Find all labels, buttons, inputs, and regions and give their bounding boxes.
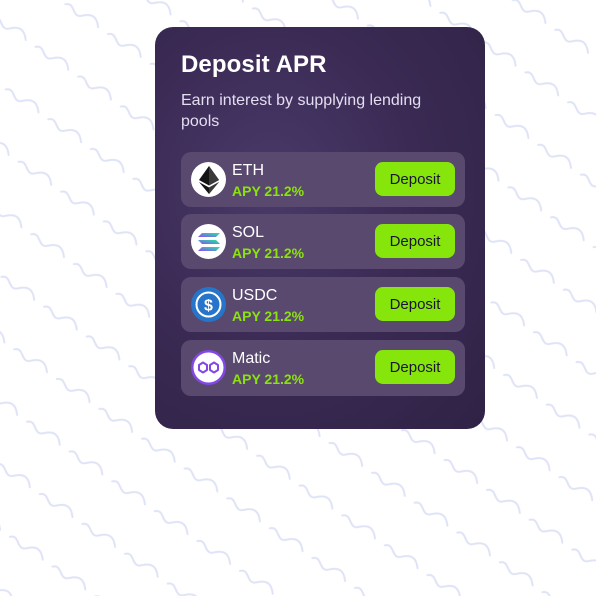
pool-name: ETH xyxy=(232,162,264,179)
deposit-button-sol[interactable]: Deposit xyxy=(375,224,455,258)
pool-apy: APY 21.2% xyxy=(232,308,305,324)
svg-text:$: $ xyxy=(204,298,213,315)
pool-row-eth: ETH APY 21.2% Deposit xyxy=(181,152,465,207)
pool-row-usdc: $ USDC APY 21.2% Deposit xyxy=(181,277,465,332)
pool-row-sol: SOL APY 21.2% Deposit xyxy=(181,214,465,269)
deposit-button-matic[interactable]: Deposit xyxy=(375,350,455,384)
pool-name: USDC xyxy=(232,287,278,304)
deposit-button-usdc[interactable]: Deposit xyxy=(375,287,455,321)
ethereum-icon xyxy=(191,162,226,197)
deposit-button-eth[interactable]: Deposit xyxy=(375,162,455,196)
pool-row-matic: Matic APY 21.2% Deposit xyxy=(181,340,465,396)
pool-apy: APY 21.2% xyxy=(232,371,305,387)
pool-list: ETH APY 21.2% Deposit SOL APY 21.2% Depo… xyxy=(181,152,465,403)
pool-apy: APY 21.2% xyxy=(232,183,305,199)
card-title: Deposit APR xyxy=(181,51,327,78)
polygon-icon xyxy=(191,350,226,385)
solana-icon xyxy=(191,224,226,259)
pool-apy: APY 21.2% xyxy=(232,245,305,261)
card-subtitle: Earn interest by supplying lending pools xyxy=(181,92,422,130)
usdc-icon: $ xyxy=(191,287,226,322)
pool-name: SOL xyxy=(232,224,265,241)
deposit-apr-card: Deposit APR Earn interest by supplying l… xyxy=(155,27,485,429)
pool-name: Matic xyxy=(232,350,271,367)
